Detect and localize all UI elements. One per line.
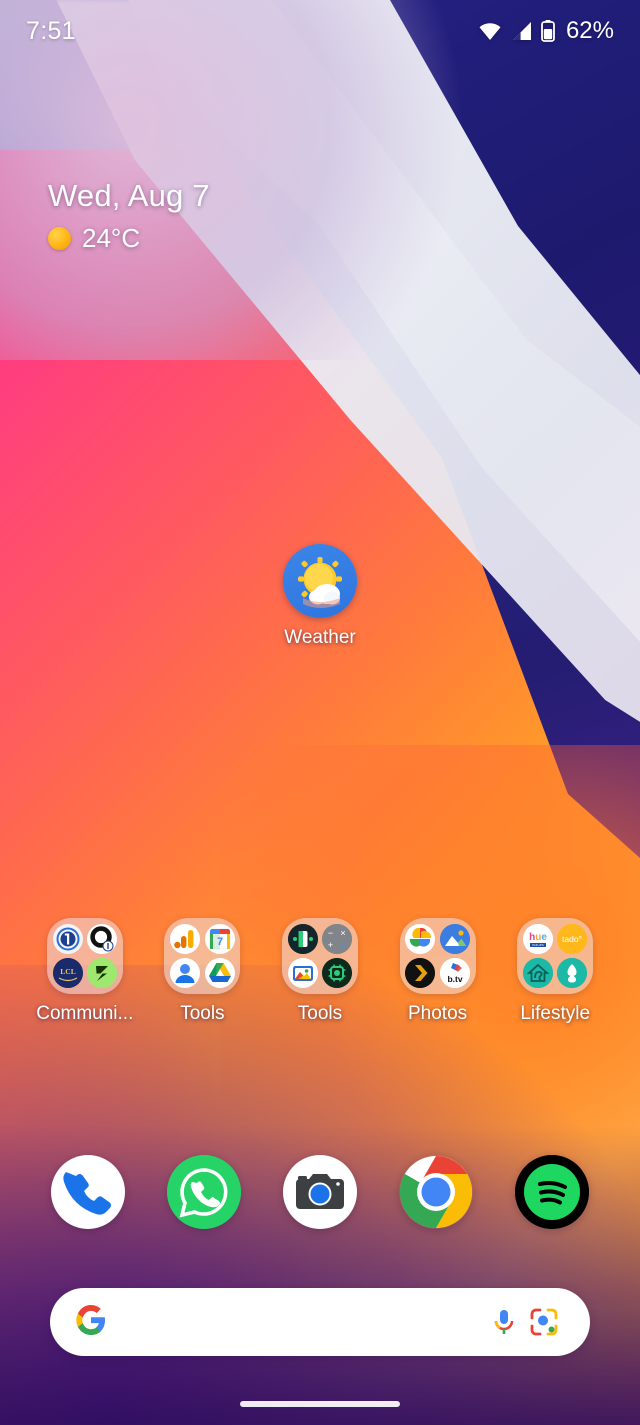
folder-label: Lifestyle — [520, 1003, 591, 1024]
status-icons: 62% — [478, 17, 614, 45]
folder-tools-system[interactable]: − × + = Tools — [277, 918, 363, 1025]
status-bar: 7:51 62% — [0, 0, 640, 62]
calculator-icon: − × + = — [322, 923, 353, 954]
orange-telecom-icon — [87, 923, 118, 954]
folder-communication[interactable]: LCL Communi... — [36, 918, 133, 1025]
folder-lifestyle[interactable]: hue PHILIPS tado° Lifestyle — [512, 918, 598, 1025]
svg-text:=: = — [341, 940, 346, 950]
sun-icon — [48, 227, 71, 250]
folder-label: Tools — [180, 1003, 225, 1024]
nest-thermostat-icon — [557, 958, 588, 989]
widget-weather-row: 24°C — [48, 223, 210, 254]
battery-percent: 62% — [565, 17, 614, 44]
btv-icon: b.tv — [439, 958, 470, 989]
google-contacts-icon — [170, 958, 201, 989]
folder-row: LCL Communi... 7 Tools − × + = Tools b.t… — [0, 918, 640, 1025]
tado-icon: tado° — [557, 923, 588, 954]
device-app-icon — [287, 923, 318, 954]
philips-hue-icon: hue PHILIPS — [522, 923, 553, 954]
google-lens-icon[interactable] — [524, 1302, 564, 1342]
svg-text:+: + — [328, 940, 333, 950]
google-g-icon — [76, 1304, 106, 1340]
folder-label: Tools — [297, 1003, 343, 1024]
onepassword-icon — [52, 923, 83, 954]
folder-label: Photos — [408, 1003, 468, 1024]
search-input[interactable] — [118, 1310, 472, 1334]
svg-text:LCL: LCL — [60, 967, 75, 976]
folder-preview-tray: − × + = — [281, 918, 358, 994]
folder-preview-tray: LCL — [46, 918, 123, 994]
svg-text:×: × — [341, 928, 346, 938]
photo-gallery-icon — [439, 923, 470, 954]
folder-tools-google[interactable]: 7 Tools — [159, 918, 245, 1025]
dock-app-chrome[interactable] — [399, 1155, 473, 1229]
plex-icon — [405, 958, 436, 989]
google-drive-icon — [204, 958, 235, 989]
folder-photos[interactable]: b.tv Photos — [395, 918, 481, 1025]
chip-settings-icon — [322, 958, 353, 989]
svg-text:PHILIPS: PHILIPS — [532, 943, 544, 947]
weather-app-icon — [283, 544, 357, 618]
home-gesture-pill[interactable] — [240, 1401, 400, 1407]
svg-text:hue: hue — [529, 932, 547, 943]
folder-label: Communi... — [36, 1003, 134, 1024]
gallery-icon — [287, 958, 318, 989]
date-weather-widget[interactable]: Wed, Aug 7 24°C — [48, 178, 210, 254]
dock — [0, 1155, 640, 1229]
battery-icon — [541, 20, 555, 42]
dock-app-camera[interactable] — [283, 1155, 357, 1229]
dock-app-whatsapp[interactable] — [167, 1155, 241, 1229]
folder-preview-tray: b.tv — [399, 918, 476, 994]
wise-icon — [87, 958, 118, 989]
app-label-weather: Weather — [284, 627, 356, 648]
widget-date: Wed, Aug 7 — [48, 178, 210, 213]
folder-preview-tray: 7 — [164, 918, 241, 994]
lcl-bank-icon: LCL — [52, 958, 83, 989]
dock-app-phone[interactable] — [51, 1155, 125, 1229]
svg-text:−: − — [328, 928, 333, 938]
folder-preview-tray: hue PHILIPS tado° — [517, 918, 594, 994]
google-analytics-icon — [170, 923, 201, 954]
google-photos-icon — [405, 923, 436, 954]
google-search-bar[interactable] — [50, 1288, 590, 1356]
calendar-day-number: 7 — [217, 936, 223, 948]
dock-app-spotify[interactable] — [515, 1155, 589, 1229]
smart-home-icon — [522, 958, 553, 989]
google-calendar-icon: 7 — [204, 923, 235, 954]
cell-signal-icon — [511, 21, 532, 41]
wifi-icon — [478, 21, 502, 41]
status-time: 7:51 — [26, 16, 76, 45]
android-home-screen: 7:51 62% Wed, Aug 7 24°C Weather LCL Com… — [0, 0, 640, 1425]
svg-text:tado°: tado° — [562, 934, 582, 944]
microphone-icon[interactable] — [484, 1302, 524, 1342]
widget-temperature: 24°C — [82, 223, 141, 253]
svg-text:b.tv: b.tv — [447, 974, 462, 984]
app-weather[interactable]: Weather — [283, 544, 357, 649]
